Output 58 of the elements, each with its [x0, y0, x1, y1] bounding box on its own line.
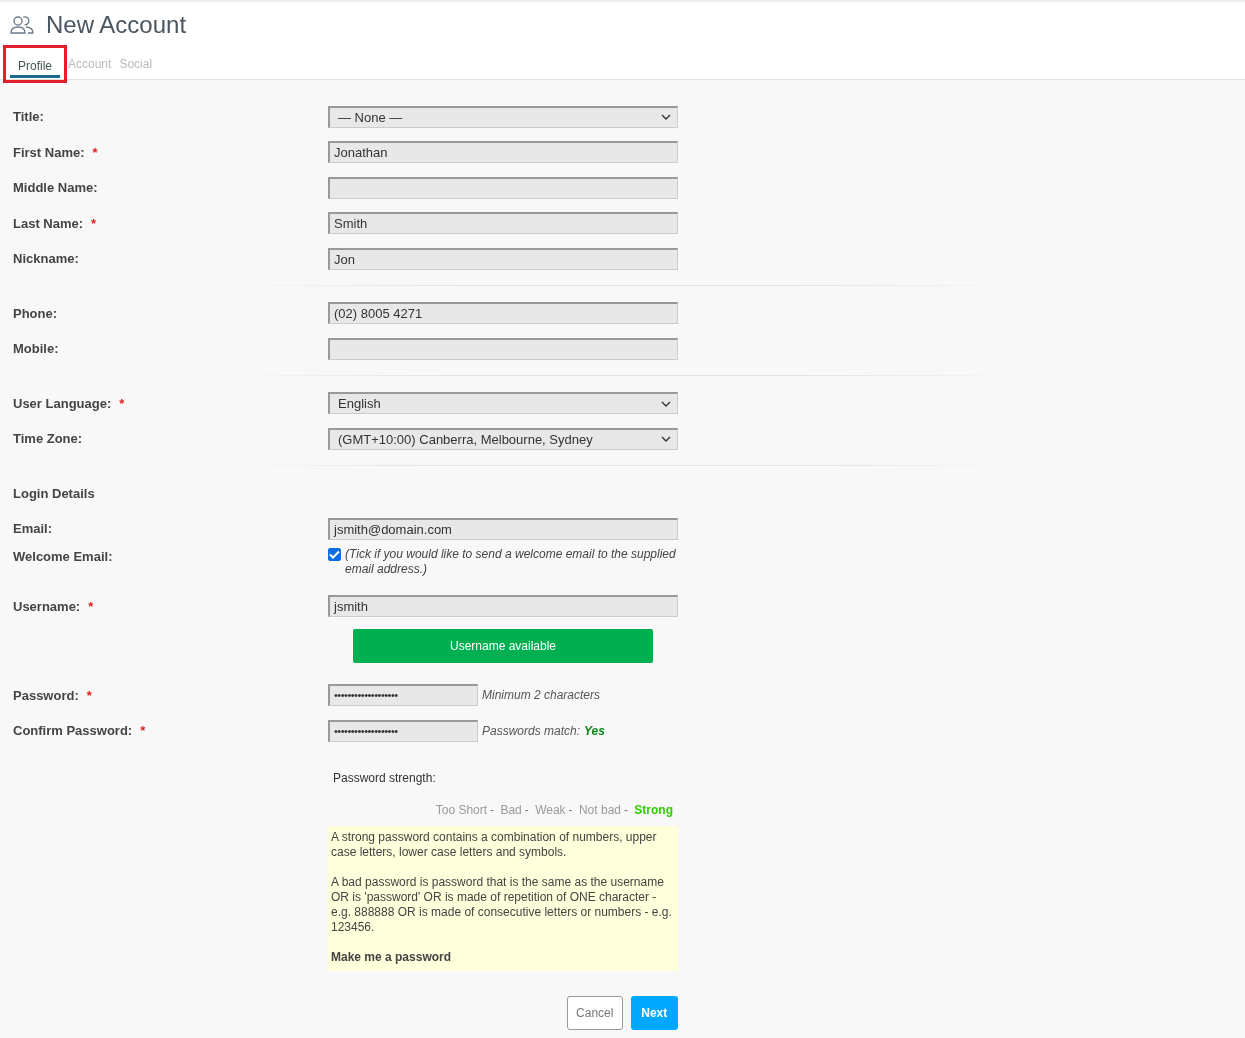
field-label: Welcome Email:	[13, 548, 113, 564]
page-title: New Account	[46, 11, 187, 39]
dropdown[interactable]: English	[328, 392, 678, 415]
info-paragraph: A bad password is password that is the same as the username OR is 'password' OR is made of repetition of ONE character - e.g. 888888 OR is made of consecutive letters or numbers - e.g. 123456.	[331, 874, 673, 935]
input-field[interactable]: Jon	[328, 247, 678, 270]
info-paragraph: A strong password contains a combination of numbers, upper case letters, lower case letters and symbols.	[331, 829, 658, 860]
make-password-link[interactable]: Make me a password	[331, 949, 452, 964]
input-field[interactable]	[328, 176, 678, 199]
field-label: First Name:	[13, 144, 85, 160]
dropdown[interactable]: — None —	[328, 105, 678, 128]
password-hint: Passwords match: Yes	[482, 723, 605, 738]
strength-level: Strong	[634, 802, 673, 817]
strength-level: Too Short	[435, 802, 488, 817]
password-field[interactable]: •••••••••••••••••••	[328, 719, 478, 742]
chevron-down-icon	[661, 114, 671, 121]
input-field[interactable]: (02) 8005 4271	[328, 302, 678, 325]
strength-level: Not bad	[578, 802, 621, 817]
field-label: Title:	[13, 109, 44, 125]
field-label: Password:	[13, 687, 79, 703]
input-field[interactable]: Smith	[328, 212, 678, 235]
required-mark: *	[140, 723, 146, 739]
field-label: Middle Name:	[13, 180, 98, 196]
input-field[interactable]: jsmith	[328, 595, 678, 618]
field-label: Mobile:	[13, 341, 59, 357]
required-mark: *	[119, 395, 125, 411]
separator: -	[568, 802, 573, 817]
input-field[interactable]: jsmith@domain.com	[328, 517, 678, 540]
dropdown[interactable]: (GMT+10:00) Canberra, Melbourne, Sydney	[328, 427, 678, 450]
field-label: Nickname:	[13, 251, 79, 267]
checkbox[interactable]	[328, 547, 341, 561]
chevron-down-icon	[661, 436, 671, 443]
separator: -	[524, 802, 529, 817]
separator: -	[490, 802, 495, 817]
password-field[interactable]: •••••••••••••••••••	[328, 684, 478, 707]
input-field[interactable]: Jonathan	[328, 141, 678, 164]
password-hint: Minimum 2 characters	[482, 688, 601, 703]
section-heading: Login Details	[13, 485, 96, 501]
field-label: Email:	[13, 521, 52, 537]
strength-level: Weak	[535, 802, 566, 817]
tab[interactable]: Profile	[10, 56, 60, 78]
cancel-button[interactable]: Cancel	[567, 995, 623, 1030]
field-label: Confirm Password:	[13, 723, 133, 739]
field-label: User Language:	[13, 395, 112, 411]
field-label: Time Zone:	[13, 431, 83, 447]
field-label: Last Name:	[13, 215, 84, 231]
required-mark: *	[91, 215, 97, 231]
strength-label: Password strength:	[333, 770, 437, 785]
required-mark: *	[86, 687, 92, 703]
chevron-down-icon	[661, 400, 671, 407]
required-mark: *	[92, 144, 98, 160]
field-label: Phone:	[13, 305, 58, 321]
input-field[interactable]	[328, 337, 678, 360]
strength-level: Bad	[500, 802, 522, 817]
separator: -	[624, 802, 628, 817]
required-mark: *	[88, 598, 94, 614]
users-icon	[10, 15, 34, 35]
checkbox-note: (Tick if you would like to send a welcome email to the supplied email address.)	[345, 546, 677, 577]
field-label: Username:	[13, 598, 81, 614]
